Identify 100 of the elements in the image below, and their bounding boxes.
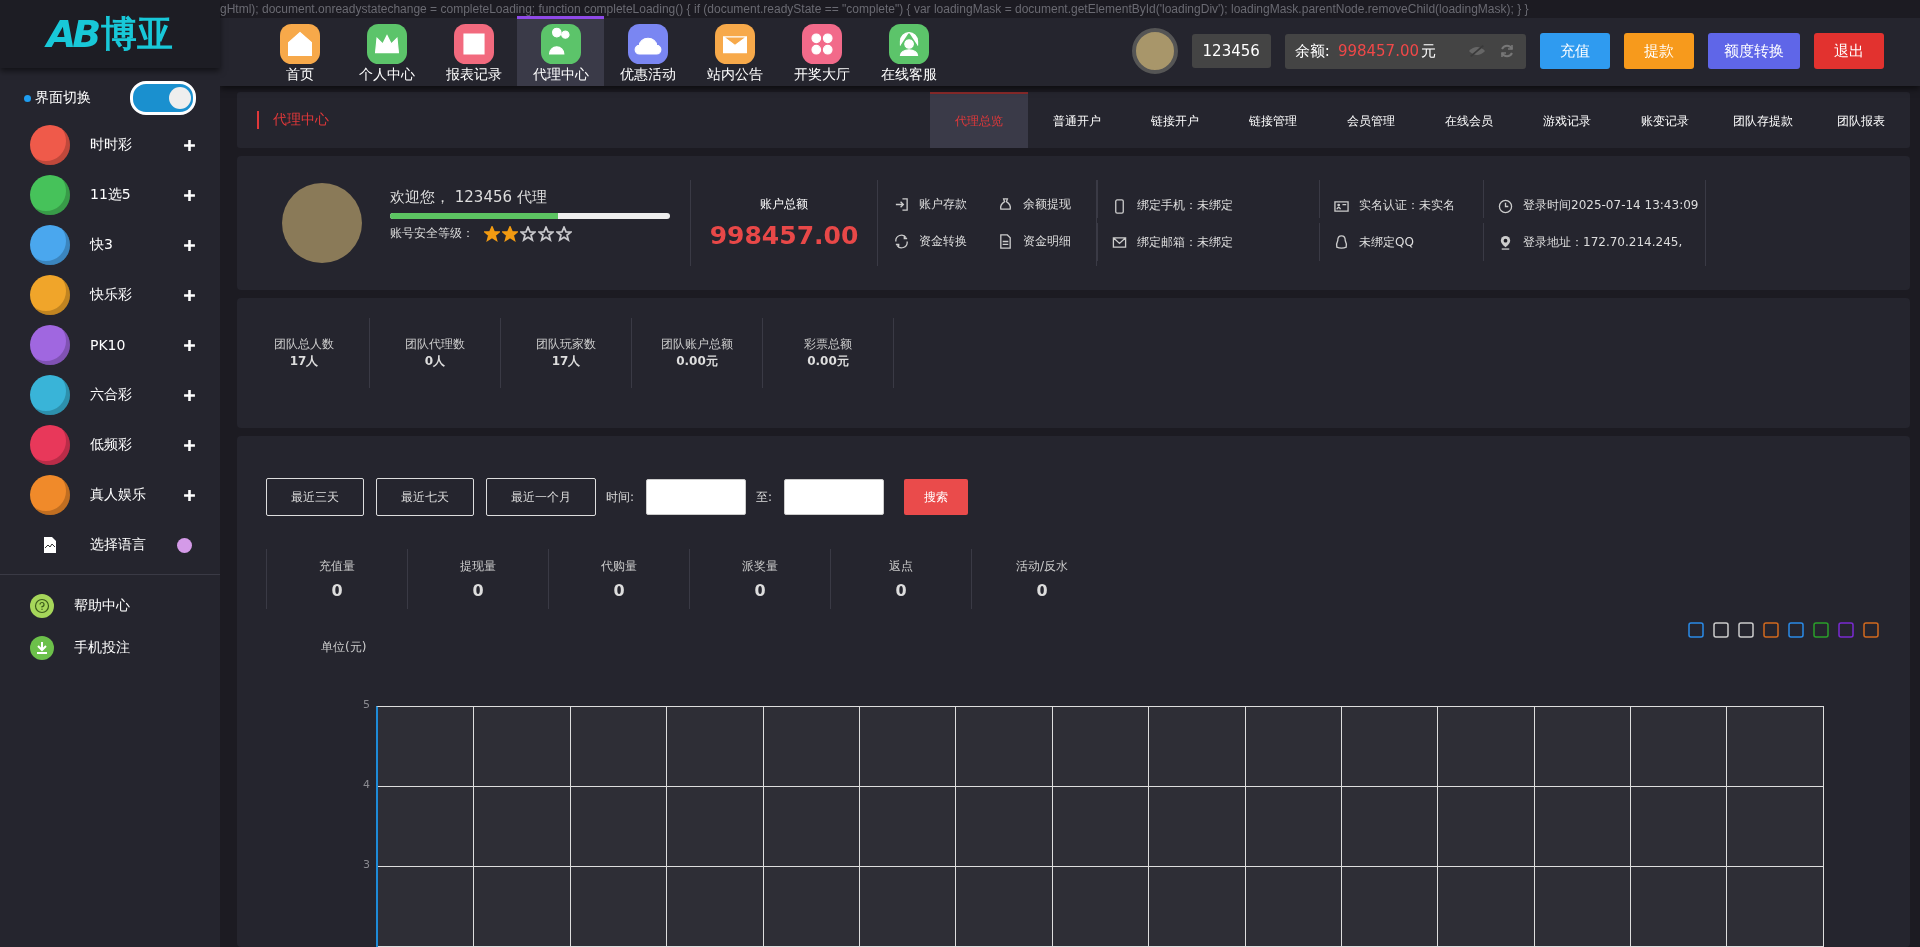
stat-value: 0人 [424, 353, 446, 370]
mail-icon [1112, 234, 1127, 250]
stat-value: 0 [472, 581, 484, 600]
stat-label: 提现量 [460, 558, 496, 575]
transfer-icon [894, 234, 909, 249]
nav-tab[interactable]: 站内公告 [691, 16, 778, 86]
stat-label: 团队账户总额 [661, 336, 733, 353]
bullet-icon [24, 94, 31, 102]
nav-tab[interactable]: 开奖大厅 [778, 16, 865, 86]
nav-tab[interactable]: 优惠活动 [604, 16, 691, 86]
sub-tab[interactable]: 链接管理 [1224, 92, 1322, 148]
theme-switch-label: 界面切换 [35, 89, 91, 107]
stat-label: 代购量 [601, 558, 637, 575]
stat-value: 0 [754, 581, 766, 600]
nav-tab[interactable]: 报表记录 [430, 16, 517, 86]
sub-tab[interactable]: 普通开户 [1028, 92, 1126, 148]
stat-value: 17人 [289, 353, 319, 370]
stat-label: 派奖量 [742, 558, 778, 575]
stat-label: 彩票总额 [804, 336, 852, 353]
sidebar-item[interactable]: 低频彩 [0, 420, 220, 470]
y-axis-tick-label: 3 [362, 858, 371, 873]
account-info-text: 实名认证：未实名 [1319, 180, 1483, 218]
star-icon [538, 225, 554, 242]
account-action-link[interactable]: 资金转换 [894, 233, 998, 250]
date-range-button[interactable]: 最近一个月 [486, 478, 596, 516]
sidebar-item[interactable]: 帮助中心 [0, 585, 220, 627]
sidebar-item[interactable]: 真人娱乐 [0, 470, 220, 520]
plus-icon[interactable] [183, 138, 196, 152]
account-info-text: 未绑定QQ [1319, 223, 1483, 261]
id-card-icon [1334, 199, 1349, 214]
sidebar-item[interactable]: 选择语言 [0, 520, 220, 570]
theme-toggle[interactable] [130, 81, 196, 115]
broken-image-icon [42, 536, 58, 554]
stat-value: 0.00元 [807, 353, 849, 370]
avatar[interactable] [1131, 28, 1178, 74]
stat-label: 团队总人数 [274, 336, 334, 353]
clock-icon [1498, 199, 1513, 214]
stat-label: 团队代理数 [405, 336, 465, 353]
account-action-link[interactable]: 资金明细 [998, 233, 1084, 250]
penguin-icon [1334, 234, 1349, 250]
stat-value: 0 [895, 581, 907, 600]
phone-icon [1112, 199, 1127, 214]
stat-value: 0.00元 [676, 353, 718, 370]
end-date-field[interactable] [784, 479, 885, 515]
sidebar-item[interactable]: 11选5 [0, 170, 220, 220]
sub-tab[interactable]: 账变记录 [1616, 92, 1714, 148]
header-button[interactable]: 额度转换 [1708, 33, 1800, 69]
plus-icon[interactable] [183, 238, 196, 252]
time-label: 时间: [606, 488, 635, 506]
y-axis-tick-label: 5 [362, 698, 371, 713]
plus-icon[interactable] [183, 338, 196, 352]
stat-value: 17人 [551, 353, 581, 370]
account-info-text: 绑定邮箱：未绑定 [1097, 223, 1319, 261]
money-bag-icon [998, 197, 1013, 212]
sidebar-item[interactable]: 六合彩 [0, 370, 220, 420]
logo-text: 博亚 [101, 11, 174, 56]
plus-icon[interactable] [183, 288, 196, 302]
sub-tab[interactable]: 在线会员 [1420, 92, 1518, 148]
nav-tab[interactable]: 首页 [256, 16, 343, 86]
plus-icon[interactable] [183, 488, 196, 502]
stat-value: 0 [331, 581, 343, 600]
plus-icon[interactable] [183, 388, 196, 402]
sidebar-item[interactable]: 快乐彩 [0, 270, 220, 320]
username: 123456 [1191, 34, 1271, 68]
plus-icon[interactable] [183, 188, 196, 202]
sub-tab[interactable]: 链接开户 [1126, 92, 1224, 148]
sub-tab[interactable]: 会员管理 [1322, 92, 1420, 148]
y-axis-tick-label: 4 [362, 778, 371, 793]
account-info-text: 登录时间2025-07-14 13:43:09 [1483, 180, 1705, 218]
nav-tab[interactable]: 在线客服 [865, 16, 952, 86]
nav-tab[interactable]: 代理中心 [517, 16, 604, 86]
script-text: gHtml); document.onreadystatechange = completeLoading; function completeLoading() { if (document.readyState == "complete") { var loadingMask = document.getElementById('loadingDiv'); loadingMask.parentNode.removeChild(loadingMask); } } [220, 2, 1529, 16]
account-info-text: 绑定手机：未绑定 [1097, 180, 1319, 218]
download-icon [30, 636, 54, 660]
date-range-button[interactable]: 最近七天 [376, 478, 474, 516]
help-icon [30, 594, 54, 618]
to-label: 至: [756, 488, 773, 506]
plus-icon[interactable] [183, 438, 196, 452]
sub-tab[interactable]: 游戏记录 [1518, 92, 1616, 148]
sidebar-item[interactable]: PK10 [0, 320, 220, 370]
logo-letters: AB [46, 12, 98, 56]
sidebar-item[interactable]: 手机投注 [0, 627, 220, 669]
section-title: 代理中心 [257, 111, 329, 129]
search-button[interactable]: 搜索 [904, 479, 969, 515]
sub-tab[interactable]: 团队报表 [1812, 92, 1910, 148]
sub-tab[interactable]: 团队存提款 [1714, 92, 1812, 148]
start-date-field[interactable] [646, 479, 747, 515]
stat-label: 团队玩家数 [536, 336, 596, 353]
sidebar-item[interactable]: 时时彩 [0, 120, 220, 170]
account-action-link[interactable]: 余额提现 [998, 196, 1084, 213]
account-action-link[interactable]: 账户存款 [894, 196, 998, 213]
deposit-icon [894, 197, 909, 212]
header-button[interactable]: 退出 [1814, 33, 1884, 69]
nav-tab[interactable]: 个人中心 [343, 16, 430, 86]
star-icon [556, 225, 572, 242]
welcome-text: 欢迎您， 123456 代理 [390, 188, 548, 207]
sidebar-item[interactable]: 快3 [0, 220, 220, 270]
total-amount: 998457.00 [709, 221, 859, 250]
date-range-button[interactable]: 最近三天 [266, 478, 364, 516]
stat-value: 0 [613, 581, 625, 600]
